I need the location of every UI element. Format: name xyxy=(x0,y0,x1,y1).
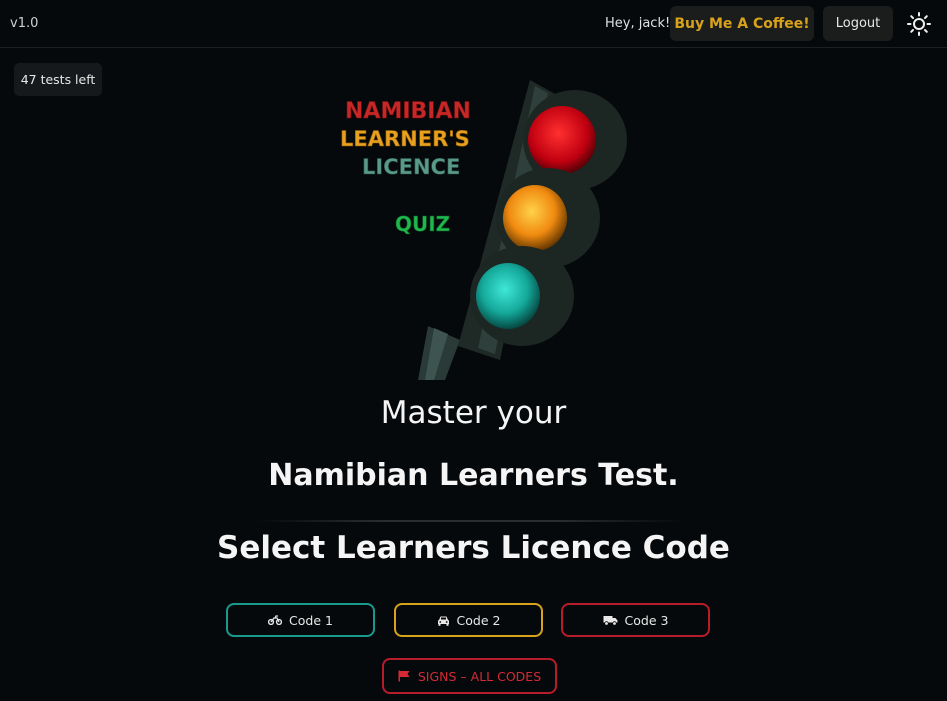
signs-label: SIGNS – ALL CODES xyxy=(417,668,542,684)
logo-line-4: QUIZ xyxy=(395,212,450,236)
flag-icon xyxy=(398,670,410,682)
code-2-button[interactable]: Code 2 xyxy=(394,603,543,637)
code-3-button[interactable]: Code 3 xyxy=(561,603,710,637)
buy-me-a-coffee-button[interactable]: Buy Me A Coffee! xyxy=(670,6,814,41)
truck-icon xyxy=(603,615,618,626)
user-greeting: Hey, jack! xyxy=(605,16,671,31)
tests-left-badge: 47 tests left xyxy=(14,63,102,96)
code-2-label: Code 2 xyxy=(456,612,501,628)
car-icon xyxy=(437,615,450,626)
code-3-label: Code 3 xyxy=(624,612,669,628)
section-divider xyxy=(255,520,685,522)
logo-line-1: NAMIBIAN xyxy=(345,99,471,124)
signs-all-codes-button[interactable]: SIGNS – ALL CODES xyxy=(382,658,557,694)
top-navbar: v1.0 Hey, jack! Buy Me A Coffee! Logout xyxy=(0,0,947,48)
namibian-learners-quiz-logo: NAMIBIAN LEARNER'S LICENCE QUIZ xyxy=(340,80,627,380)
logo-line-3: LICENCE xyxy=(362,155,460,179)
hero-subtitle: Namibian Learners Test. xyxy=(268,458,679,493)
motorcycle-icon xyxy=(268,615,283,625)
logout-button[interactable]: Logout xyxy=(823,6,893,41)
logo-line-2: LEARNER'S xyxy=(340,127,470,151)
select-code-heading: Select Learners Licence Code xyxy=(217,530,730,566)
version-label: v1.0 xyxy=(10,16,39,31)
theme-toggle-button[interactable] xyxy=(905,10,933,38)
code-1-button[interactable]: Code 1 xyxy=(226,603,375,637)
code-1-label: Code 1 xyxy=(289,612,333,628)
sun-icon xyxy=(907,12,931,36)
hero-tagline: Master your xyxy=(380,395,567,431)
